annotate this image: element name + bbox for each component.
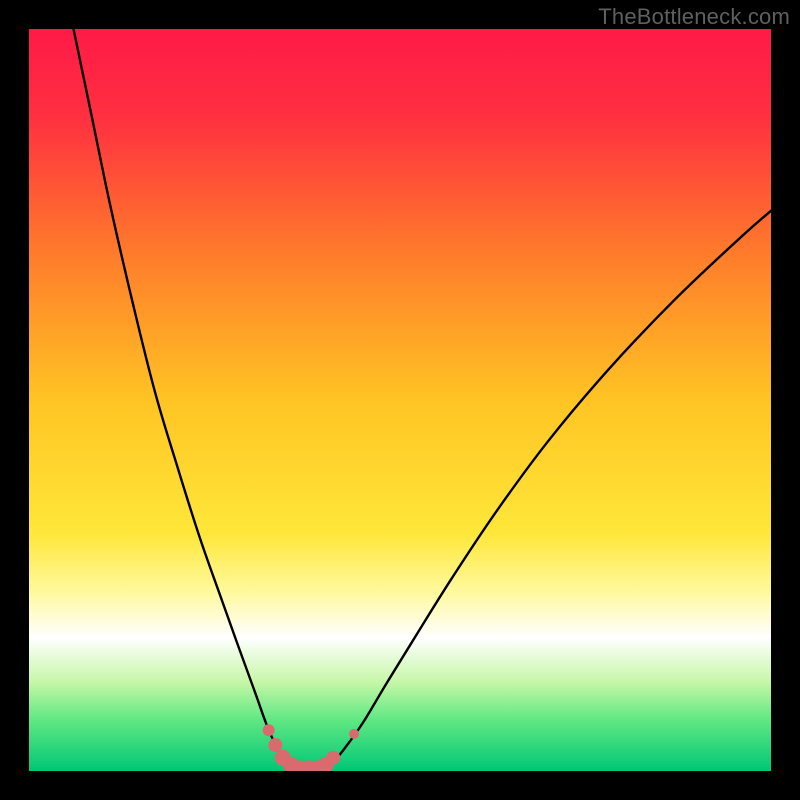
highlight-dot <box>326 751 340 765</box>
bottleneck-chart <box>29 29 771 771</box>
watermark-text: TheBottleneck.com <box>598 4 790 30</box>
highlight-dot <box>263 724 275 736</box>
highlight-dot <box>268 738 282 752</box>
highlight-dot <box>349 729 359 739</box>
chart-frame <box>29 29 771 771</box>
